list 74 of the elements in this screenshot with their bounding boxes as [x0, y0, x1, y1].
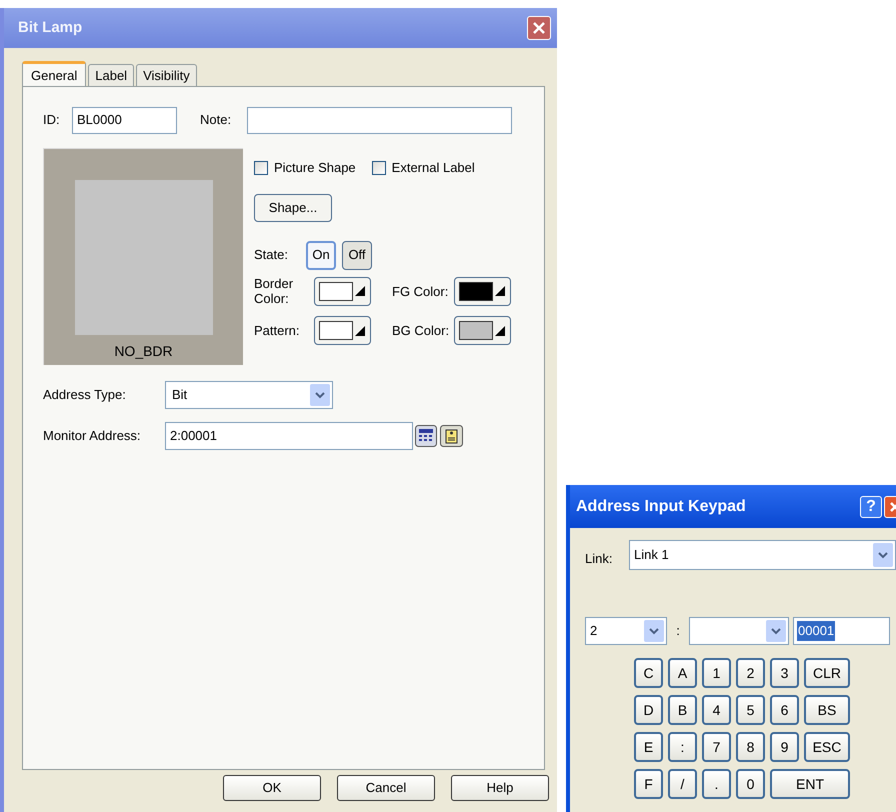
- note-field[interactable]: [247, 106, 512, 134]
- keypad-key[interactable]: 6: [770, 695, 799, 725]
- link-dropdown[interactable]: Link 1: [629, 540, 896, 570]
- keypad-key[interactable]: CLR: [804, 658, 850, 688]
- keypad-key[interactable]: D: [634, 695, 663, 725]
- help-button[interactable]: ?: [860, 496, 882, 518]
- shape-button[interactable]: Shape...: [254, 194, 332, 222]
- checkbox[interactable]: [372, 161, 386, 175]
- keypad-key[interactable]: :: [668, 732, 697, 762]
- color-picker-button[interactable]: [454, 316, 511, 345]
- monitor-address-value: 2:00001: [170, 427, 217, 446]
- triangle-icon: [495, 286, 505, 296]
- keypad-key[interactable]: 0: [736, 769, 765, 799]
- keypad-key[interactable]: 7: [702, 732, 731, 762]
- color-label: Border Color:: [254, 276, 294, 306]
- dialog-button[interactable]: OK: [223, 775, 321, 801]
- address-number-field[interactable]: 00001: [793, 617, 890, 645]
- dialog-button[interactable]: Help: [451, 775, 549, 801]
- tab[interactable]: General: [22, 61, 86, 87]
- checkbox-label: Picture Shape: [274, 159, 356, 178]
- color-label: Pattern:: [254, 323, 301, 338]
- dialog-button[interactable]: Cancel: [337, 775, 435, 801]
- color-label: BG Color:: [391, 323, 450, 338]
- device-dropdown[interactable]: [689, 617, 789, 645]
- window-title: Address Input Keypad: [576, 496, 746, 516]
- keypad-key[interactable]: 8: [736, 732, 765, 762]
- keypad-key[interactable]: ENT: [770, 769, 850, 799]
- triangle-icon: [355, 326, 365, 336]
- triangle-icon: [355, 286, 365, 296]
- link-label: Link:: [585, 550, 614, 568]
- separator-label: :: [675, 622, 681, 640]
- keypad-key[interactable]: 5: [736, 695, 765, 725]
- id-label: ID:: [43, 111, 61, 130]
- keypad-key[interactable]: .: [702, 769, 731, 799]
- tab[interactable]: Visibility: [136, 64, 197, 86]
- state-toggle-button[interactable]: Off: [342, 240, 372, 270]
- note-label: Note:: [200, 111, 232, 130]
- close-icon: [532, 21, 546, 35]
- tab[interactable]: Label: [88, 64, 134, 86]
- state-toggle-button[interactable]: On: [306, 240, 336, 270]
- keypad-key[interactable]: C: [634, 658, 663, 688]
- keypad-key[interactable]: E: [634, 732, 663, 762]
- color-picker-button[interactable]: [314, 316, 371, 345]
- checkbox[interactable]: [254, 161, 268, 175]
- keypad-key[interactable]: 1: [702, 658, 731, 688]
- id-value: BL0000: [77, 111, 122, 130]
- monitor-address-label: Monitor Address:: [43, 427, 142, 446]
- color-label: FG Color:: [391, 284, 450, 298]
- checkbox-label: External Label: [392, 159, 475, 178]
- station-dropdown[interactable]: 2: [585, 617, 667, 645]
- keypad-key[interactable]: /: [668, 769, 697, 799]
- color-picker-button[interactable]: [454, 276, 511, 306]
- keypad-key[interactable]: 4: [702, 695, 731, 725]
- address-type-dropdown[interactable]: Bit: [165, 381, 333, 409]
- keypad-key[interactable]: 9: [770, 732, 799, 762]
- tag-icon[interactable]: [440, 425, 463, 447]
- window-title: Bit Lamp: [18, 18, 82, 38]
- close-button[interactable]: [527, 16, 551, 40]
- keypad-key[interactable]: 2: [736, 658, 765, 688]
- keypad-key[interactable]: BS: [804, 695, 850, 725]
- keypad-key[interactable]: F: [634, 769, 663, 799]
- keypad-key[interactable]: 3: [770, 658, 799, 688]
- calculator-icon[interactable]: [415, 425, 437, 447]
- keypad-key[interactable]: ESC: [804, 732, 850, 762]
- address-number-value: 00001: [797, 621, 836, 641]
- id-field[interactable]: BL0000: [72, 106, 177, 134]
- color-picker-button[interactable]: [314, 276, 371, 306]
- triangle-icon: [495, 326, 505, 336]
- keypad-key[interactable]: B: [668, 695, 697, 725]
- monitor-address-field[interactable]: 2:00001: [165, 422, 413, 450]
- preview-caption: NO_BDR: [114, 342, 173, 361]
- keypad-key[interactable]: A: [668, 658, 697, 688]
- state-label: State:: [254, 246, 289, 264]
- address-type-label: Address Type:: [43, 386, 127, 404]
